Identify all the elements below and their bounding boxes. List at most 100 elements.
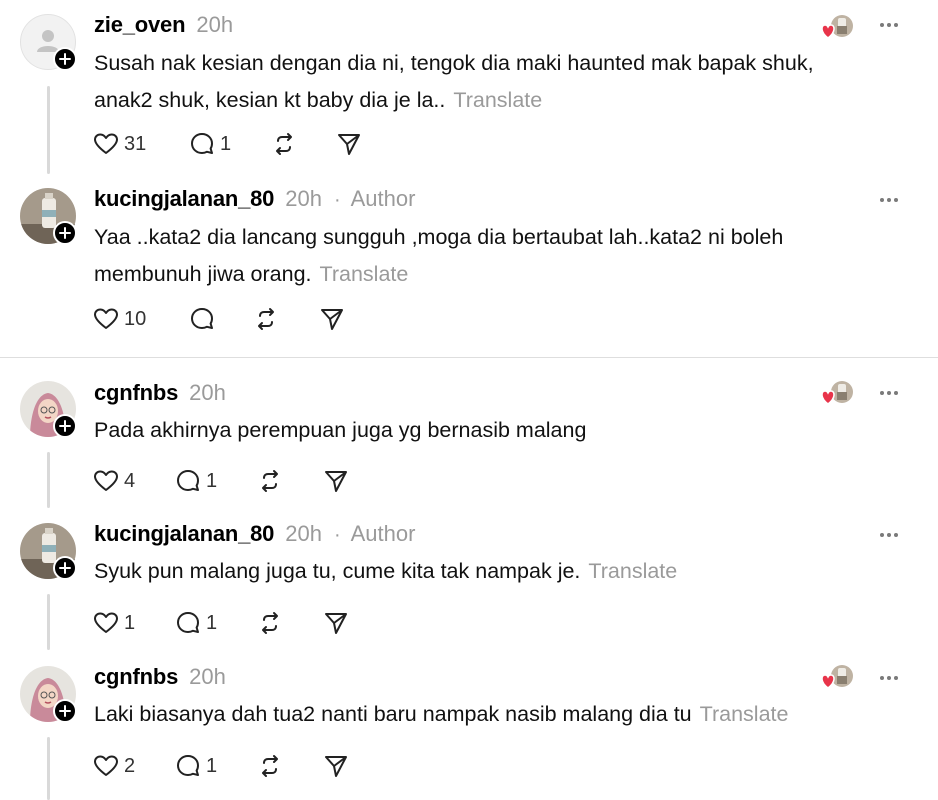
- reaction-avatar[interactable]: [818, 662, 856, 694]
- repost-icon: [262, 470, 278, 492]
- post-text: Laki biasanya dah tua2 nanti baru nampak…: [94, 696, 884, 733]
- translate-link[interactable]: Translate: [588, 559, 677, 583]
- send-icon: [325, 613, 347, 634]
- reacted-user-icon: [821, 15, 853, 39]
- timestamp[interactable]: 20h: [189, 380, 226, 406]
- reaction-avatar[interactable]: [818, 378, 856, 410]
- post-text: Pada akhirnya perempuan juga yg bernasib…: [94, 412, 884, 449]
- post-header: cgnfnbs 20h: [94, 380, 226, 406]
- follow-button[interactable]: [53, 47, 77, 71]
- more-options-icon: [880, 198, 898, 202]
- like-button[interactable]: 1: [92, 609, 174, 637]
- reacted-user-icon: [821, 665, 853, 689]
- heart-icon: [94, 755, 118, 776]
- more-options-button[interactable]: [878, 14, 900, 41]
- post-header: kucingjalanan_80 20h · Author: [94, 521, 415, 547]
- like-button[interactable]: 31: [92, 130, 188, 158]
- reaction-avatar[interactable]: [818, 12, 856, 44]
- username[interactable]: cgnfnbs: [94, 664, 178, 690]
- follow-button[interactable]: [53, 221, 77, 245]
- more-options-button[interactable]: [878, 382, 900, 409]
- repost-button[interactable]: [256, 609, 322, 637]
- comment-icon: [177, 470, 199, 491]
- comment-icon: [177, 755, 199, 776]
- post-text-line: Laki biasanya dah tua2 nanti baru nampak…: [94, 702, 692, 726]
- plus-icon: [59, 705, 71, 717]
- author-badge: Author: [350, 521, 416, 546]
- reply-button[interactable]: 1: [174, 752, 256, 780]
- post-header: zie_oven 20h: [94, 12, 233, 38]
- repost-icon: [262, 755, 278, 777]
- like-count: 10: [124, 307, 147, 330]
- post-header: cgnfnbs 20h: [94, 664, 226, 690]
- reply-button[interactable]: [188, 305, 252, 333]
- separator-dot: ·: [333, 524, 341, 546]
- comment-icon: [191, 133, 213, 154]
- author-badge: Author: [350, 186, 416, 211]
- comment-icon: [191, 308, 213, 329]
- action-bar: 1 1: [92, 609, 350, 637]
- thread-line: [47, 737, 50, 800]
- action-bar: 2 1: [92, 752, 350, 780]
- post-text-line: Syuk pun malang juga tu, cume kita tak n…: [94, 559, 581, 583]
- share-button[interactable]: [322, 752, 350, 780]
- reply-count: 1: [220, 132, 232, 155]
- reply-button[interactable]: 1: [174, 467, 256, 495]
- reply-count: 1: [206, 754, 218, 777]
- translate-link[interactable]: Translate: [320, 262, 409, 286]
- post-text: Susah nak kesian dengan dia ni, tengok d…: [94, 45, 884, 119]
- follow-button[interactable]: [53, 699, 77, 723]
- share-button[interactable]: [318, 305, 346, 333]
- translate-link[interactable]: Translate: [700, 702, 789, 726]
- timestamp[interactable]: 20h: [285, 186, 322, 212]
- more-options-button[interactable]: [878, 189, 900, 216]
- send-icon: [325, 471, 347, 492]
- more-options-icon: [880, 676, 898, 680]
- username[interactable]: kucingjalanan_80: [94, 186, 274, 212]
- like-button[interactable]: 10: [92, 305, 188, 333]
- reply-button[interactable]: 1: [188, 130, 270, 158]
- send-icon: [338, 134, 360, 155]
- post-text-line: Susah nak kesian dengan dia ni, tengok d…: [94, 51, 814, 75]
- repost-icon: [276, 133, 292, 155]
- share-button[interactable]: [335, 130, 363, 158]
- more-options-button[interactable]: [878, 667, 900, 694]
- follow-button[interactable]: [53, 414, 77, 438]
- repost-button[interactable]: [256, 752, 322, 780]
- plus-icon: [59, 227, 71, 239]
- timestamp[interactable]: 20h: [196, 12, 233, 38]
- username[interactable]: kucingjalanan_80: [94, 521, 274, 547]
- follow-button[interactable]: [53, 556, 77, 580]
- timestamp[interactable]: 20h: [189, 664, 226, 690]
- username[interactable]: zie_oven: [94, 12, 186, 38]
- thread-line: [47, 594, 50, 650]
- repost-button[interactable]: [252, 305, 318, 333]
- username[interactable]: cgnfnbs: [94, 380, 178, 406]
- share-button[interactable]: [322, 609, 350, 637]
- timestamp[interactable]: 20h: [285, 521, 322, 547]
- action-bar: 31 1: [92, 130, 363, 158]
- action-bar: 4 1: [92, 467, 350, 495]
- send-icon: [325, 756, 347, 777]
- more-options-icon: [880, 533, 898, 537]
- repost-button[interactable]: [256, 467, 322, 495]
- reply-count: 1: [206, 469, 218, 492]
- thread-divider: [0, 357, 938, 358]
- reply-button[interactable]: 1: [174, 609, 256, 637]
- more-options-icon: [880, 23, 898, 27]
- thread-line: [47, 452, 50, 508]
- comment-icon: [177, 612, 199, 633]
- heart-icon: [94, 133, 118, 154]
- repost-button[interactable]: [270, 130, 335, 158]
- translate-link[interactable]: Translate: [453, 88, 542, 112]
- share-button[interactable]: [322, 467, 350, 495]
- heart-icon: [94, 470, 118, 491]
- post-text: Syuk pun malang juga tu, cume kita tak n…: [94, 553, 884, 590]
- more-options-icon: [880, 391, 898, 395]
- heart-icon: [94, 612, 118, 633]
- repost-icon: [262, 612, 278, 634]
- like-button[interactable]: 2: [92, 752, 174, 780]
- like-button[interactable]: 4: [92, 467, 174, 495]
- more-options-button[interactable]: [878, 524, 900, 551]
- post-text-line: Pada akhirnya perempuan juga yg bernasib…: [94, 418, 587, 442]
